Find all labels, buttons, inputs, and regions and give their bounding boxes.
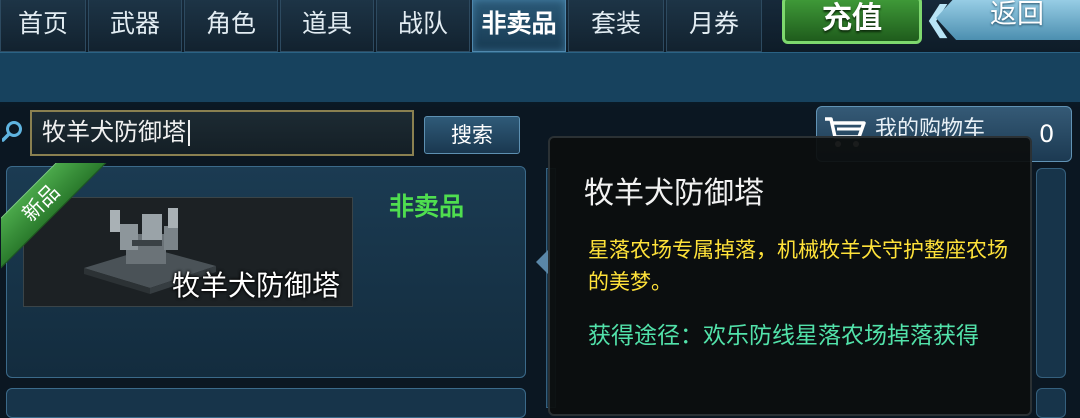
tooltip-pointer: [536, 250, 548, 274]
search-button[interactable]: 搜索: [424, 116, 520, 154]
item-category-tag: 非卖品: [389, 192, 465, 221]
new-badge: 新品: [1, 163, 113, 275]
tooltip-title: 牧羊犬防御塔: [584, 176, 764, 211]
item-card[interactable]: 牧羊犬防御塔 非卖品 新品: [1, 163, 526, 378]
item-tooltip: 牧羊犬防御塔 星落农场专属掉落，机械牧羊犬守护整座农场的美梦。 获得途径：欢乐防…: [548, 136, 1032, 416]
cart-count: 0: [1039, 120, 1055, 148]
text-caret: [188, 120, 190, 146]
tab-monthly-coupons[interactable]: 月券: [666, 0, 762, 52]
item-card-right[interactable]: [1036, 168, 1066, 378]
tooltip-description: 星落农场专属掉落，机械牧羊犬守护整座农场的美梦。: [588, 238, 1008, 294]
tab-non-sale[interactable]: 非卖品: [472, 0, 566, 52]
sub-header-band: [0, 52, 1080, 103]
item-name: 牧羊犬防御塔: [172, 269, 341, 302]
tab-weapons[interactable]: 武器: [88, 0, 182, 52]
tooltip-source: 获得途径：欢乐防线星落农场掉落获得: [588, 323, 979, 349]
tab-items[interactable]: 道具: [280, 0, 374, 52]
tab-characters[interactable]: 角色: [184, 0, 278, 52]
tab-outfits[interactable]: 套装: [568, 0, 664, 52]
item-card-next[interactable]: [6, 388, 526, 418]
top-tab-bar: 首页 武器 角色 道具 战队 非卖品 套装 月券 充值 ❮ 返回: [0, 0, 1080, 52]
search-input[interactable]: 牧羊犬防御塔: [30, 110, 414, 156]
new-badge-label: 新品: [1, 163, 111, 273]
tab-team[interactable]: 战队: [376, 0, 470, 52]
search-input-value: 牧羊犬防御塔: [42, 118, 186, 146]
back-button[interactable]: 返回: [936, 0, 1080, 40]
item-card-right-next[interactable]: [1036, 388, 1066, 418]
tab-home[interactable]: 首页: [0, 0, 86, 52]
recharge-button[interactable]: 充值: [782, 0, 922, 44]
search-icon: [2, 121, 22, 142]
